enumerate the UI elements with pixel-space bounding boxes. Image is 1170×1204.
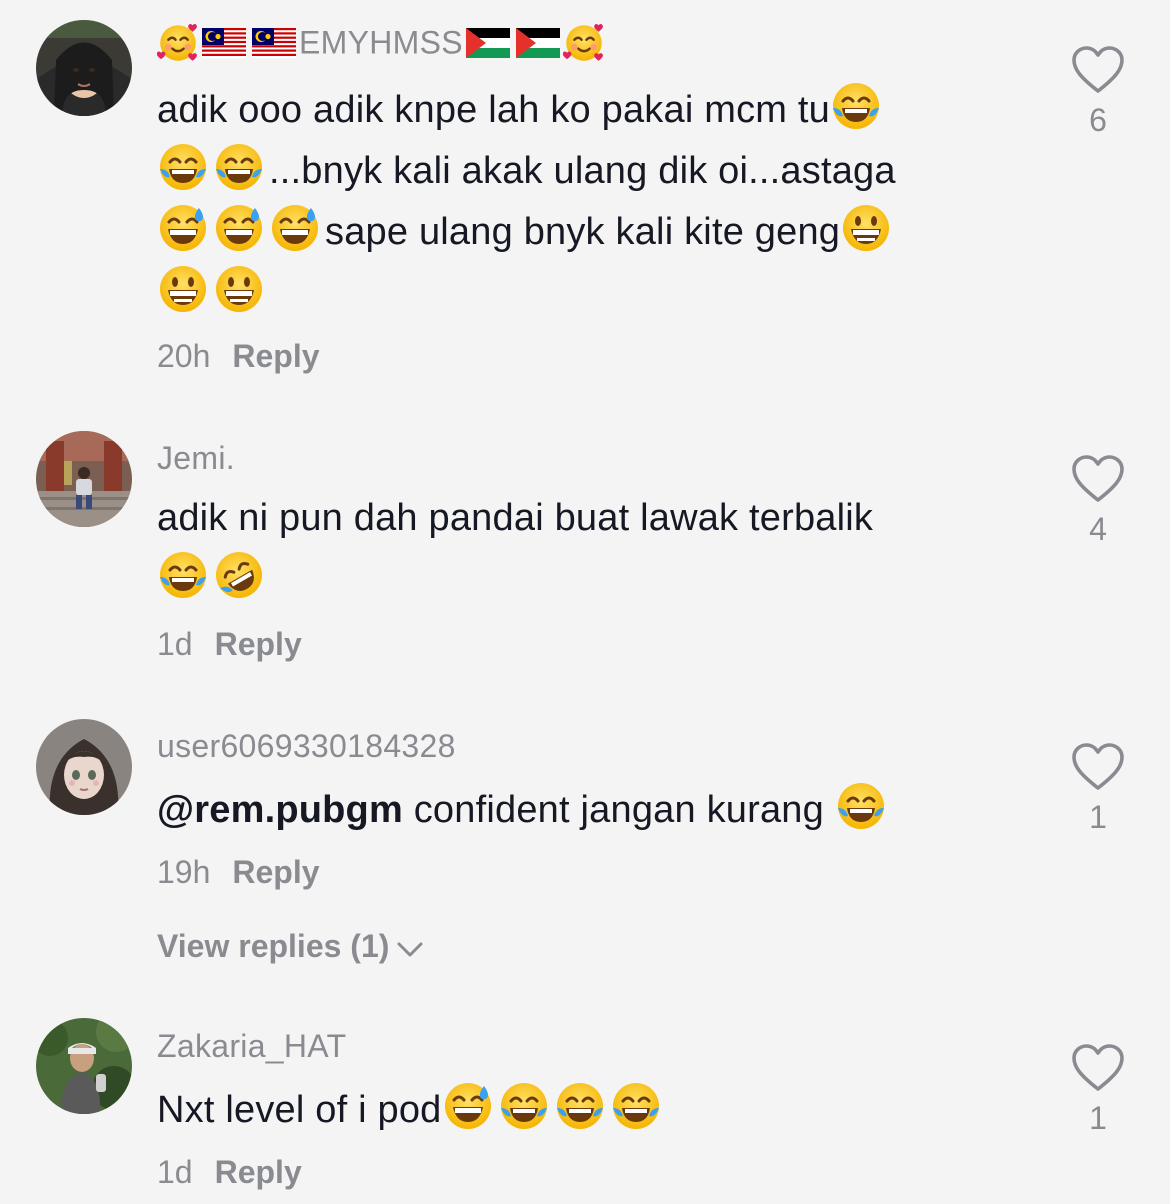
avatar[interactable] [36, 20, 132, 116]
like-button[interactable]: 4 [1070, 453, 1126, 548]
beaming-face-icon [157, 263, 209, 315]
comment-text-line: adik ni pun dah pandai buat lawak terbal… [157, 497, 874, 539]
comment-text-line: sape ulang bnyk kali kite geng [325, 211, 841, 253]
reply-button[interactable]: Reply [232, 338, 319, 374]
view-replies-button[interactable]: View replies (1) [157, 928, 425, 965]
grinning-sweat-icon [157, 202, 209, 254]
comment-username[interactable]: user6069330184328 [157, 726, 456, 765]
username-text: user6069330184328 [157, 728, 456, 765]
username-text: EMYHMSS [299, 24, 463, 61]
username-text: Zakaria_HAT [157, 1028, 347, 1065]
comment-text-line: adik ooo adik knpe lah ko pakai mcm tu [157, 89, 830, 131]
face-with-tears-of-joy-icon [213, 141, 265, 193]
palestine-flag-icon [516, 28, 560, 58]
comment-text-line: ...bnyk kali akak ulang dik oi...astaga [269, 150, 896, 192]
comment-username[interactable]: Jemi. [157, 438, 235, 477]
beaming-face-icon [840, 202, 892, 254]
face-with-tears-of-joy-icon [830, 80, 882, 132]
comment-meta: 20h Reply [157, 338, 320, 375]
comment-text: adik ni pun dah pandai buat lawak terbal… [157, 488, 997, 610]
avatar[interactable] [36, 1018, 132, 1114]
smiling-face-with-hearts-icon [563, 22, 605, 64]
reply-button[interactable]: Reply [232, 854, 319, 890]
comment-username[interactable]: EMYHMSS [157, 22, 605, 64]
comment-time: 1d [157, 626, 193, 662]
comment-text-line: Nxt level of i pod [157, 1089, 442, 1131]
reply-button[interactable]: Reply [215, 1154, 302, 1190]
reply-button[interactable]: Reply [215, 626, 302, 662]
face-with-tears-of-joy-icon [498, 1080, 550, 1132]
username-text: Jemi. [157, 440, 235, 477]
heart-outline-icon [1070, 741, 1126, 793]
face-with-tears-of-joy-icon [554, 1080, 606, 1132]
comment-meta: 1d Reply [157, 626, 302, 663]
grinning-sweat-icon [269, 202, 321, 254]
comment-list: EMYHMSS adik ooo adik knpe lah ko pakai … [0, 0, 1170, 1204]
comment-text: Nxt level of i pod [157, 1080, 997, 1141]
heart-outline-icon [1070, 1042, 1126, 1094]
grinning-sweat-icon [213, 202, 265, 254]
malaysia-flag-icon [202, 28, 246, 58]
comment-text: @rem.pubgm confident jangan kurang [157, 780, 997, 841]
heart-outline-icon [1070, 453, 1126, 505]
heart-outline-icon [1070, 44, 1126, 96]
comment-username[interactable]: Zakaria_HAT [157, 1026, 346, 1065]
chevron-down-icon [397, 942, 423, 957]
face-with-tears-of-joy-icon [157, 549, 209, 601]
comment-text-line: confident jangan kurang [402, 789, 835, 831]
avatar[interactable] [36, 431, 132, 527]
comment-meta: 1d Reply [157, 1154, 302, 1191]
malaysia-flag-icon [252, 28, 296, 58]
face-with-tears-of-joy-icon [835, 780, 887, 832]
beaming-face-icon [213, 263, 265, 315]
smiling-face-with-hearts-icon [157, 22, 199, 64]
avatar[interactable] [36, 719, 132, 815]
like-count: 1 [1089, 799, 1107, 835]
comment-time: 1d [157, 1154, 193, 1190]
rolling-on-floor-laughing-icon [213, 549, 265, 601]
like-button[interactable]: 1 [1070, 1042, 1126, 1137]
palestine-flag-icon [466, 28, 510, 58]
like-count: 4 [1089, 511, 1107, 547]
like-count: 1 [1089, 1100, 1107, 1136]
comment-meta: 19h Reply [157, 854, 320, 891]
face-with-tears-of-joy-icon [610, 1080, 662, 1132]
comment-text: adik ooo adik knpe lah ko pakai mcm tu .… [157, 80, 997, 324]
like-count: 6 [1089, 102, 1107, 138]
like-button[interactable]: 1 [1070, 741, 1126, 836]
view-replies-label: View replies (1) [157, 928, 390, 964]
mention-link[interactable]: @rem.pubgm [157, 789, 403, 831]
face-with-tears-of-joy-icon [157, 141, 209, 193]
comment-time: 20h [157, 338, 211, 374]
grinning-sweat-icon [442, 1080, 494, 1132]
like-button[interactable]: 6 [1070, 44, 1126, 139]
comment-time: 19h [157, 854, 211, 890]
